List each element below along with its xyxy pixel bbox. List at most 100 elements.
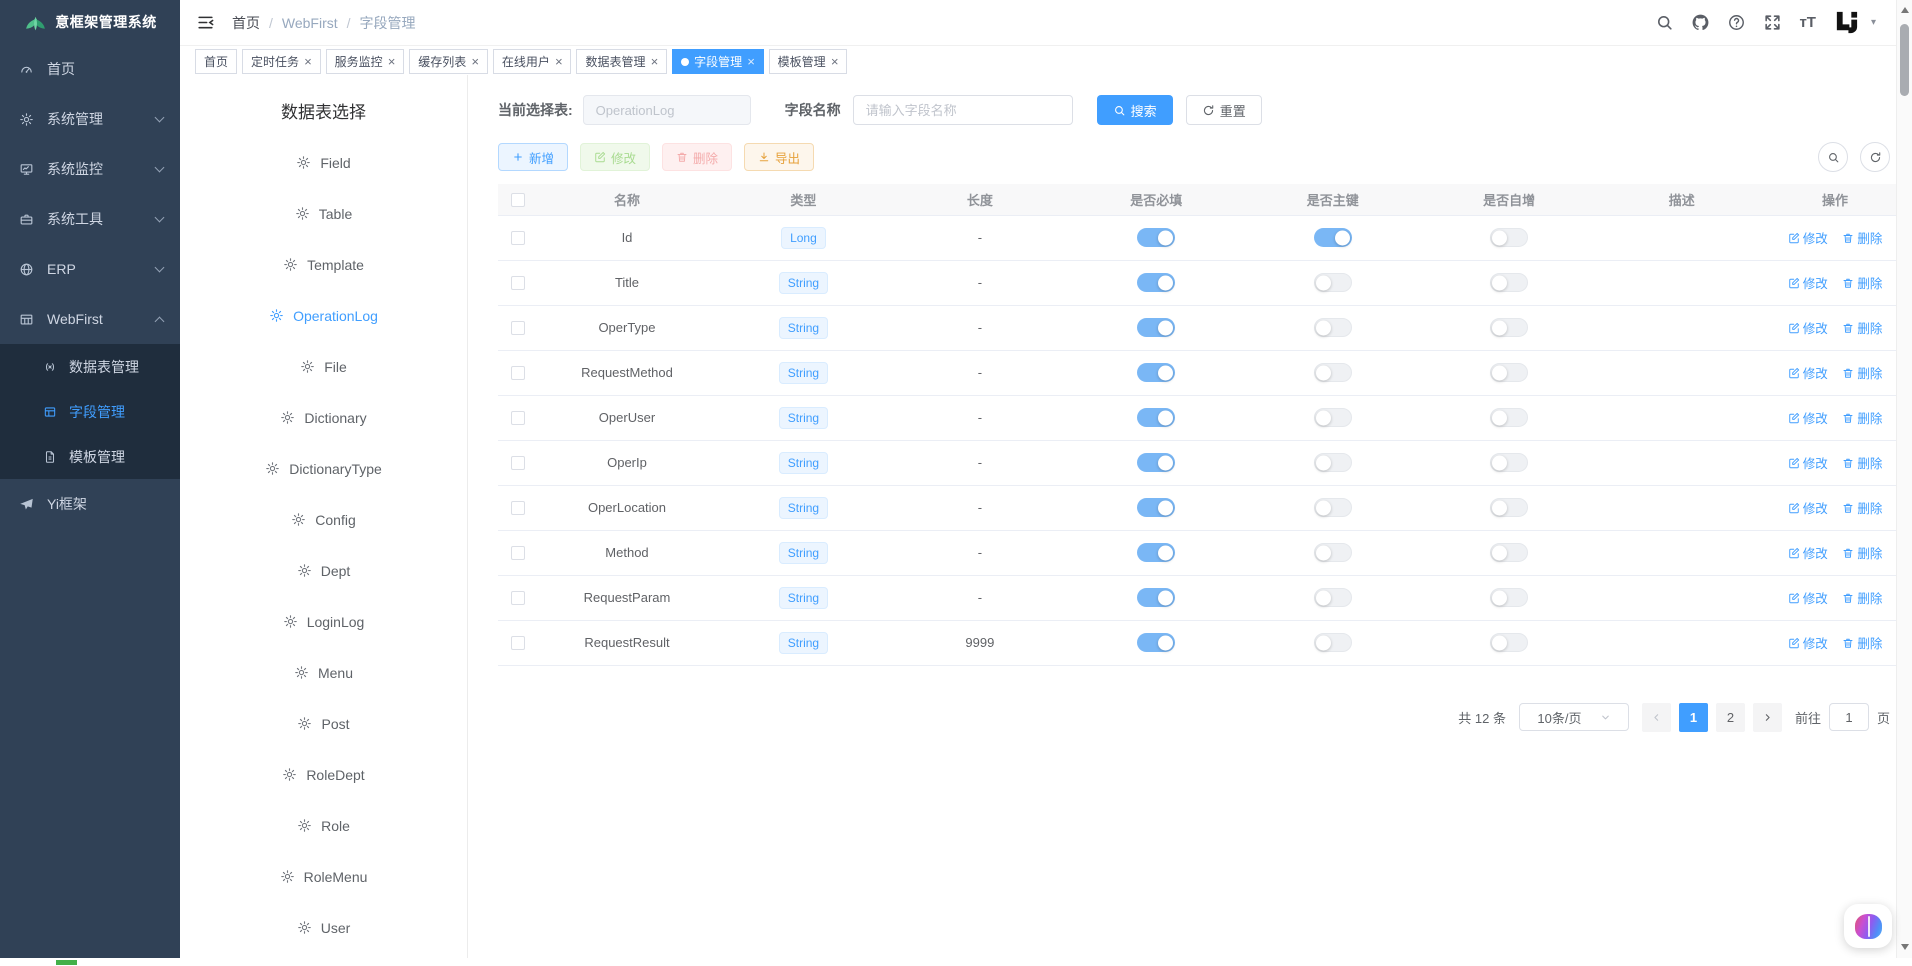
primary-key-toggle[interactable] bbox=[1314, 363, 1352, 382]
row-checkbox[interactable] bbox=[511, 636, 525, 650]
tab[interactable]: 字段管理 × bbox=[672, 49, 764, 74]
page-button-1[interactable]: 1 bbox=[1679, 703, 1708, 732]
current-table-input[interactable] bbox=[583, 95, 751, 125]
page-size-select[interactable]: 10条/页 bbox=[1519, 703, 1629, 731]
field-name-input[interactable] bbox=[853, 95, 1073, 125]
sidebar-item-system-tools[interactable]: 系统工具 bbox=[0, 194, 180, 244]
caret-down-icon[interactable]: ▾ bbox=[1871, 17, 1876, 28]
tree-item[interactable]: File bbox=[180, 341, 467, 392]
select-all-checkbox[interactable] bbox=[511, 193, 525, 207]
menu-fold-icon[interactable] bbox=[196, 13, 215, 32]
goto-page-input[interactable] bbox=[1829, 703, 1869, 731]
scroll-down-arrow[interactable] bbox=[1901, 944, 1909, 950]
tree-item[interactable]: RoleDept bbox=[180, 749, 467, 800]
breadcrumb-item[interactable]: 字段管理 bbox=[360, 13, 416, 33]
tab[interactable]: 服务监控 × bbox=[326, 49, 405, 74]
tree-item[interactable]: Template bbox=[180, 239, 467, 290]
scrollbar-thumb[interactable] bbox=[1900, 24, 1909, 96]
required-toggle[interactable] bbox=[1137, 363, 1175, 382]
scroll-up-arrow[interactable] bbox=[1901, 7, 1909, 13]
sidebar-item-erp[interactable]: ERP bbox=[0, 244, 180, 294]
auto-increment-toggle[interactable] bbox=[1490, 363, 1528, 382]
reset-button[interactable]: 重置 bbox=[1186, 95, 1262, 125]
tree-item[interactable]: Field bbox=[180, 137, 467, 188]
row-edit-link[interactable]: 修改 bbox=[1788, 363, 1828, 382]
close-icon[interactable]: × bbox=[304, 55, 312, 68]
row-edit-link[interactable]: 修改 bbox=[1788, 408, 1828, 427]
tree-item[interactable]: User bbox=[180, 902, 467, 953]
row-checkbox[interactable] bbox=[511, 501, 525, 515]
row-delete-link[interactable]: 删除 bbox=[1842, 453, 1882, 472]
next-page-button[interactable] bbox=[1753, 703, 1782, 732]
breadcrumb-item[interactable]: 首页 bbox=[232, 13, 260, 33]
tab[interactable]: 首页 bbox=[195, 49, 237, 74]
tree-item[interactable]: Post bbox=[180, 698, 467, 749]
add-button[interactable]: 新增 bbox=[498, 143, 568, 171]
tree-item[interactable]: LoginLog bbox=[180, 596, 467, 647]
row-checkbox[interactable] bbox=[511, 231, 525, 245]
close-icon[interactable]: × bbox=[650, 55, 658, 68]
tab[interactable]: 数据表管理 × bbox=[576, 49, 667, 74]
close-icon[interactable]: × bbox=[555, 55, 563, 68]
row-checkbox[interactable] bbox=[511, 456, 525, 470]
auto-increment-toggle[interactable] bbox=[1490, 408, 1528, 427]
tab[interactable]: 缓存列表 × bbox=[409, 49, 488, 74]
row-edit-link[interactable]: 修改 bbox=[1788, 453, 1828, 472]
row-delete-link[interactable]: 删除 bbox=[1842, 498, 1882, 517]
required-toggle[interactable] bbox=[1137, 408, 1175, 427]
primary-key-toggle[interactable] bbox=[1314, 543, 1352, 562]
prev-page-button[interactable] bbox=[1642, 703, 1671, 732]
row-edit-link[interactable]: 修改 bbox=[1788, 228, 1828, 247]
row-edit-link[interactable]: 修改 bbox=[1788, 588, 1828, 607]
row-checkbox[interactable] bbox=[511, 321, 525, 335]
close-icon[interactable]: × bbox=[747, 55, 755, 68]
sidebar-item-field-manage[interactable]: 字段管理 bbox=[0, 389, 180, 434]
sidebar-item-data-table-manage[interactable]: 数据表管理 bbox=[0, 344, 180, 389]
search-button[interactable]: 搜索 bbox=[1097, 95, 1173, 125]
auto-increment-toggle[interactable] bbox=[1490, 498, 1528, 517]
required-toggle[interactable] bbox=[1137, 633, 1175, 652]
tree-item[interactable]: RoleMenu bbox=[180, 851, 467, 902]
row-checkbox[interactable] bbox=[511, 366, 525, 380]
required-toggle[interactable] bbox=[1137, 453, 1175, 472]
row-checkbox[interactable] bbox=[511, 546, 525, 560]
row-delete-link[interactable]: 删除 bbox=[1842, 543, 1882, 562]
sidebar-item-home[interactable]: 首页 bbox=[0, 44, 180, 94]
row-edit-link[interactable]: 修改 bbox=[1788, 273, 1828, 292]
tree-item[interactable]: Config bbox=[180, 494, 467, 545]
auto-increment-toggle[interactable] bbox=[1490, 228, 1528, 247]
row-delete-link[interactable]: 删除 bbox=[1842, 408, 1882, 427]
required-toggle[interactable] bbox=[1137, 498, 1175, 517]
search-icon[interactable] bbox=[1655, 13, 1674, 32]
auto-increment-toggle[interactable] bbox=[1490, 453, 1528, 472]
help-icon[interactable] bbox=[1727, 13, 1746, 32]
tree-item[interactable]: Role bbox=[180, 800, 467, 851]
fullscreen-icon[interactable] bbox=[1763, 13, 1782, 32]
tree-item[interactable]: Dept bbox=[180, 545, 467, 596]
row-delete-link[interactable]: 删除 bbox=[1842, 588, 1882, 607]
auto-increment-toggle[interactable] bbox=[1490, 318, 1528, 337]
table-search-button[interactable] bbox=[1818, 142, 1848, 172]
required-toggle[interactable] bbox=[1137, 318, 1175, 337]
row-edit-link[interactable]: 修改 bbox=[1788, 498, 1828, 517]
row-checkbox[interactable] bbox=[511, 591, 525, 605]
app-logo[interactable]: 意框架管理系统 bbox=[0, 0, 180, 44]
sidebar-item-system-monitor[interactable]: 系统监控 bbox=[0, 144, 180, 194]
required-toggle[interactable] bbox=[1137, 543, 1175, 562]
row-checkbox[interactable] bbox=[511, 276, 525, 290]
required-toggle[interactable] bbox=[1137, 588, 1175, 607]
edit-button[interactable]: 修改 bbox=[580, 143, 650, 171]
fontsize-icon[interactable]: ᴛT bbox=[1799, 15, 1816, 30]
tree-item[interactable]: DictionaryType bbox=[180, 443, 467, 494]
assistant-extension-button[interactable] bbox=[1844, 904, 1892, 948]
tab[interactable]: 定时任务 × bbox=[242, 49, 321, 74]
row-delete-link[interactable]: 删除 bbox=[1842, 228, 1882, 247]
primary-key-toggle[interactable] bbox=[1314, 633, 1352, 652]
avatar[interactable] bbox=[1833, 9, 1860, 36]
page-button-2[interactable]: 2 bbox=[1716, 703, 1745, 732]
close-icon[interactable]: × bbox=[831, 55, 839, 68]
table-refresh-button[interactable] bbox=[1860, 142, 1890, 172]
export-button[interactable]: 导出 bbox=[744, 143, 814, 171]
primary-key-toggle[interactable] bbox=[1314, 318, 1352, 337]
row-delete-link[interactable]: 删除 bbox=[1842, 363, 1882, 382]
